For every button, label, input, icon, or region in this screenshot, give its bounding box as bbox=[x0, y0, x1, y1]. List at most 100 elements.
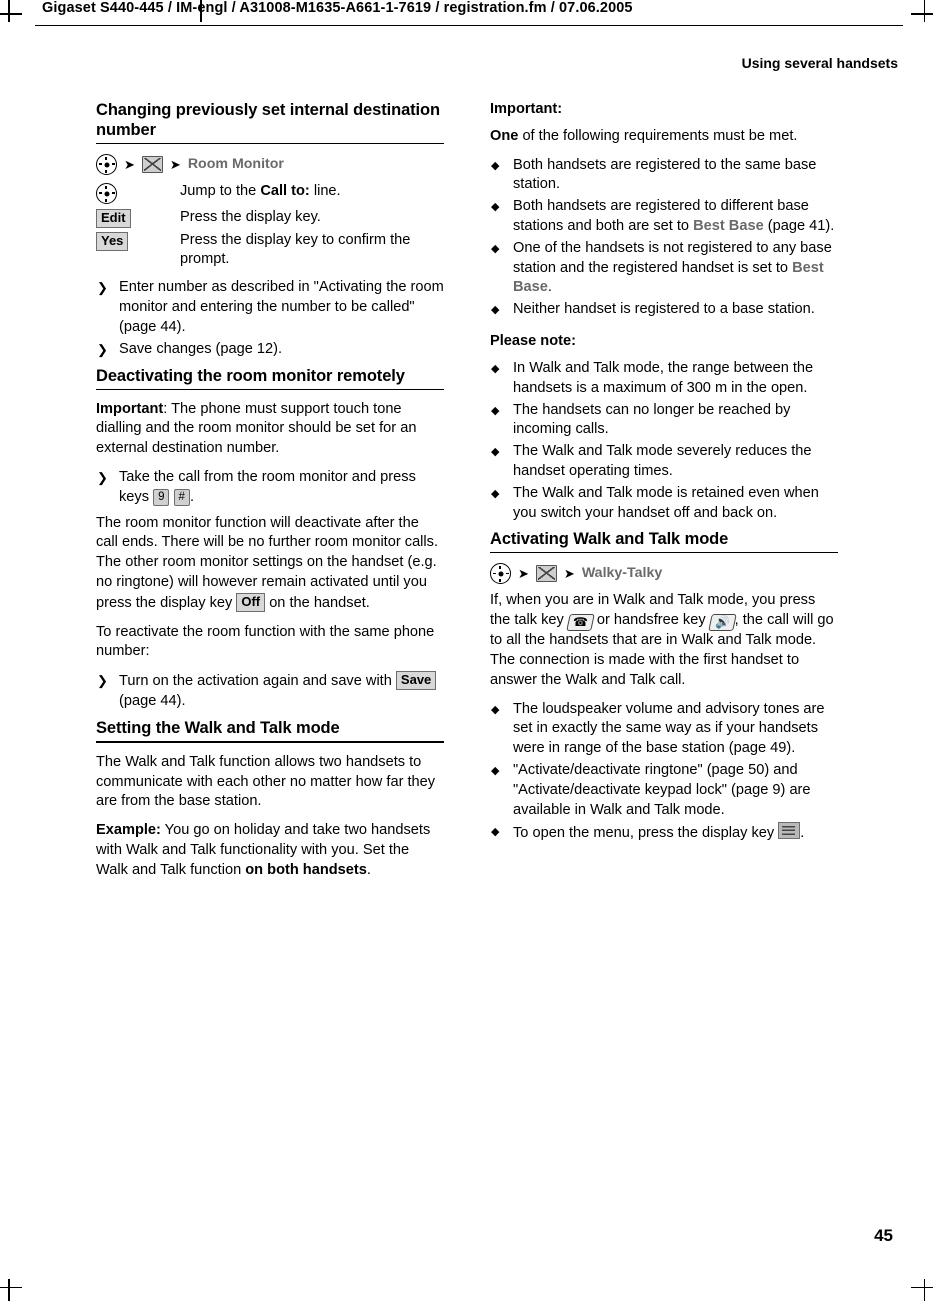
step-row-yes: Yes Press the display key to confirm the… bbox=[96, 231, 444, 271]
list-item-text: To open the menu, press the display key … bbox=[513, 822, 838, 844]
step-list-destination: Jump to the Call to: line. Edit Press th… bbox=[96, 182, 444, 270]
menu-key-icon[interactable] bbox=[141, 156, 163, 173]
arrow-bullet-icon: ❯ bbox=[97, 280, 108, 296]
display-key-edit[interactable]: Edit bbox=[96, 208, 131, 228]
diamond-bullet-icon: ◆ bbox=[491, 201, 500, 214]
crop-mark-bottom-right-h bbox=[911, 1286, 933, 1288]
talk-info-b: or handsfree key bbox=[596, 612, 706, 629]
diamond-bullet-icon: ◆ bbox=[491, 764, 500, 777]
step-row-jump: Jump to the Call to: line. bbox=[96, 182, 444, 207]
document-page: Gigaset S440-445 / IM-engl / A31008-M163… bbox=[0, 0, 933, 1301]
list-item-text: The Walk and Talk mode severely reduces … bbox=[513, 443, 812, 479]
one-label: One bbox=[490, 127, 519, 144]
menu-item-walky-talky[interactable]: Walky-Talky bbox=[582, 564, 662, 584]
crop-mark-top-left bbox=[8, 0, 10, 22]
deactivate-info-b: on the handset. bbox=[269, 594, 370, 611]
list-item-save-changes: ❯ Save changes (page 12). bbox=[96, 340, 444, 360]
diamond-bullet-icon: ◆ bbox=[491, 362, 500, 375]
crop-mark-bottom-right bbox=[923, 1279, 925, 1301]
section-title-changing-destination: Changing previously set internal destina… bbox=[96, 101, 440, 139]
menu-path-room-monitor: ➤ ➤ Room Monitor bbox=[96, 154, 444, 175]
arrow-icon: ➤ bbox=[124, 157, 135, 172]
section-rule-thick bbox=[96, 740, 444, 743]
crop-mark-bottom-left bbox=[8, 1279, 10, 1301]
menu-path-walky-talky: ➤ ➤ Walky-Talky bbox=[490, 563, 838, 585]
crop-mark-bottom-left-h bbox=[0, 1286, 22, 1288]
navigation-key-icon[interactable] bbox=[96, 154, 117, 175]
paragraph-one-requirement: One of the following requirements must b… bbox=[490, 127, 838, 147]
list-item-text: Neither handset is registered to a base … bbox=[513, 301, 815, 318]
navigation-key-icon[interactable] bbox=[490, 563, 511, 585]
step-row-edit: Edit Press the display key. bbox=[96, 208, 444, 230]
step-text-jump: Jump to the Call to: line. bbox=[180, 183, 341, 199]
one-not-reg-post: . bbox=[547, 279, 552, 296]
list-item-reduces-times: ◆ The Walk and Talk mode severely reduce… bbox=[490, 442, 838, 482]
display-key-menu-icon[interactable] bbox=[778, 822, 801, 840]
one-text: of the following requirements must be me… bbox=[518, 127, 798, 144]
paragraph-walk-talk-intro: The Walk and Talk function allows two ha… bbox=[96, 753, 436, 810]
list-item-same-base: ◆ Both handsets are registered to the sa… bbox=[490, 156, 838, 196]
arrow-bullet-icon: ❯ bbox=[97, 673, 108, 689]
keypad-key-hash[interactable]: # bbox=[173, 488, 190, 506]
list-item-different-bases: ◆ Both handsets are registered to differ… bbox=[490, 197, 838, 237]
display-key-off[interactable]: Off bbox=[236, 592, 266, 612]
important-label: Important bbox=[96, 400, 164, 417]
step-text-yes: Press the display key to confirm the pro… bbox=[180, 231, 411, 268]
list-item-loudspeaker-volume: ◆ The loudspeaker volume and advisory to… bbox=[490, 700, 838, 759]
list-item-open-menu: ◆ To open the menu, press the display ke… bbox=[490, 822, 838, 844]
paragraph-talk-key-info: If, when you are in Walk and Talk mode, … bbox=[490, 591, 838, 690]
paragraph-important-touchtone: Important: The phone must support touch … bbox=[96, 400, 444, 459]
display-key-save[interactable]: Save bbox=[395, 671, 437, 691]
list-item-text: "Activate/deactivate ringtone" (page 50)… bbox=[513, 761, 811, 818]
list-item-no-incoming: ◆ The handsets can no longer be reached … bbox=[490, 401, 838, 441]
running-head: Using several handsets bbox=[741, 55, 898, 71]
paragraph-deactivate-info: The room monitor function will deactivat… bbox=[96, 514, 444, 614]
document-file-header: Gigaset S440-445 / IM-engl / A31008-M163… bbox=[42, 0, 633, 16]
list-item-text: One of the handsets is not registered to… bbox=[513, 239, 838, 298]
list-item-range: ◆ In Walk and Talk mode, the range betwe… bbox=[490, 359, 838, 399]
list-item-text: In Walk and Talk mode, the range between… bbox=[513, 359, 814, 396]
list-item-text: Enter number as described in "Activating… bbox=[119, 279, 444, 335]
section-rule bbox=[96, 143, 444, 144]
open-menu-pre: To open the menu, press the display key bbox=[513, 825, 779, 842]
arrow-icon: ➤ bbox=[169, 157, 181, 172]
list-item-text: The Walk and Talk mode is retained even … bbox=[513, 484, 819, 521]
deactivate-info-a: The room monitor function will deactivat… bbox=[96, 514, 439, 611]
section-rule bbox=[96, 388, 444, 390]
section-title-deactivating-remotely: Deactivating the room monitor remotely bbox=[96, 366, 405, 385]
diff-base-post: (page 41). bbox=[763, 217, 835, 234]
display-key-yes[interactable]: Yes bbox=[96, 231, 129, 251]
example-text-bold: on both handsets bbox=[245, 861, 367, 878]
section-title-setting-walk-talk: Setting the Walk and Talk mode bbox=[96, 718, 340, 737]
list-item-neither-registered: ◆ Neither handset is registered to a bas… bbox=[490, 300, 838, 320]
list-item-text: Save changes (page 12). bbox=[119, 340, 283, 357]
menu-item-room-monitor[interactable]: Room Monitor bbox=[188, 155, 284, 175]
step-key-nav bbox=[96, 182, 180, 207]
list-item-text: The loudspeaker volume and advisory tone… bbox=[513, 700, 825, 757]
open-menu-post: . bbox=[800, 825, 805, 842]
keypad-key-9[interactable]: 9 bbox=[153, 488, 170, 506]
step-key-yes: Yes bbox=[96, 231, 180, 253]
list-item-retained: ◆ The Walk and Talk mode is retained eve… bbox=[490, 484, 838, 524]
list-item-take-call: ❯ Take the call from the room monitor an… bbox=[96, 468, 444, 508]
page-number: 45 bbox=[874, 1226, 893, 1245]
list-item-ringtone-keypad: ◆ "Activate/deactivate ringtone" (page 5… bbox=[490, 761, 838, 820]
diamond-bullet-icon: ◆ bbox=[491, 487, 500, 500]
talk-key-icon[interactable]: ☎ bbox=[566, 614, 595, 632]
navigation-key-icon[interactable] bbox=[96, 183, 117, 204]
diamond-bullet-icon: ◆ bbox=[491, 159, 500, 172]
arrow-icon: ➤ bbox=[563, 566, 575, 582]
handsfree-key-icon[interactable]: 🔊 bbox=[707, 614, 737, 632]
example-text-end: . bbox=[366, 861, 371, 878]
menu-key-icon[interactable] bbox=[535, 565, 557, 583]
diamond-bullet-icon: ◆ bbox=[491, 304, 500, 317]
arrow-bullet-icon: ❯ bbox=[97, 469, 108, 485]
example-label: Example: bbox=[96, 822, 161, 839]
list-item-one-not-registered: ◆ One of the handsets is not registered … bbox=[490, 239, 838, 298]
section-rule bbox=[490, 552, 838, 554]
step-text-edit: Press the display key. bbox=[180, 208, 321, 225]
one-not-reg-pre: One of the handsets is not registered to… bbox=[513, 239, 832, 276]
diamond-bullet-icon: ◆ bbox=[491, 404, 500, 417]
diamond-bullet-icon: ◆ bbox=[491, 826, 500, 839]
list-item-text: Both handsets are registered to the same… bbox=[513, 156, 817, 193]
